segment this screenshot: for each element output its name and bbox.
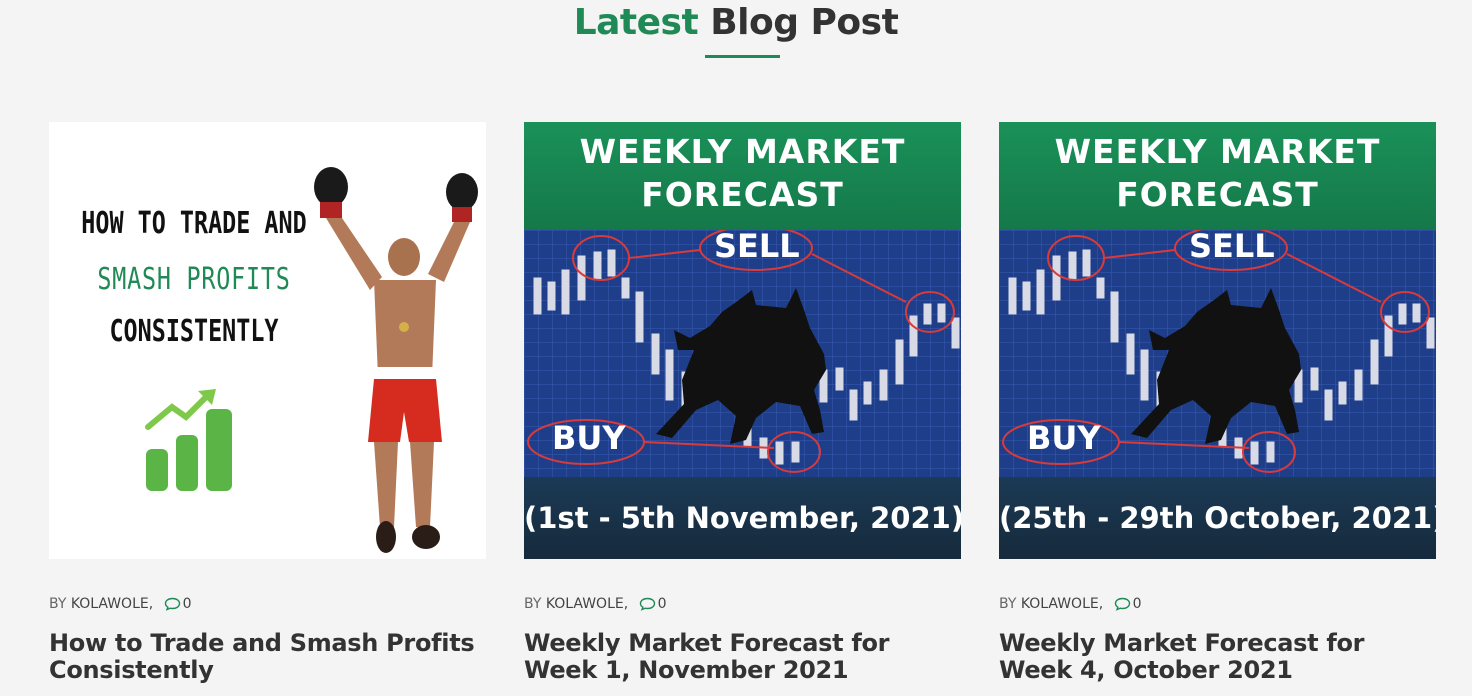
section-title-rest: Blog Post [710,2,899,43]
by-label: BY [524,596,542,612]
thumbnail-text-line: SMASH PROFITS [97,262,291,297]
growth-chart-icon [145,389,232,491]
buy-label: BUY [552,419,626,457]
post-thumbnail[interactable]: WEEKLY MARKET FORECAST [999,122,1436,559]
forecast-header: WEEKLY MARKET FORECAST [524,122,961,230]
forecast-header-line: WEEKLY MARKET [1054,132,1381,171]
by-label: BY [49,596,67,612]
post-thumbnail[interactable]: HOW TO TRADE AND SMASH PROFITS CONSISTEN… [49,122,486,559]
author-link[interactable]: KOLAWOLE, [71,596,153,612]
forecast-footer: (25th - 29th October, 2021) [999,477,1436,559]
thumbnail-text-line: CONSISTENTLY [109,314,279,349]
forecast-header-line: FORECAST [641,175,844,214]
sell-label: SELL [1189,227,1275,265]
post-meta: BY KOLAWOLE, 0 [524,596,667,612]
comments-link[interactable]: 0 [164,596,192,612]
section-title: Latest Blog Post [0,2,1472,43]
comment-icon [639,597,655,611]
post-meta: BY KOLAWOLE, 0 [999,596,1142,612]
post-title-link[interactable]: Weekly Market Forecast for Week 4, Octob… [999,630,1436,684]
post-thumbnail[interactable]: WEEKLY MARKET FORECAST [524,122,961,559]
post-title-link[interactable]: How to Trade and Smash Profits Consisten… [49,630,486,684]
comment-count: 0 [1132,596,1142,612]
comment-count: 0 [657,596,667,612]
forecast-footer: (1st - 5th November, 2021) [524,477,961,559]
post-title-link[interactable]: Weekly Market Forecast for Week 1, Novem… [524,630,961,684]
blog-card: WEEKLY MARKET FORECAST [524,122,961,684]
forecast-date: (1st - 5th November, 2021) [524,501,961,535]
post-meta: BY KOLAWOLE, 0 [49,596,192,612]
boxer-photo [314,167,478,553]
section-title-accent: Latest [573,2,699,43]
comment-count: 0 [182,596,192,612]
comment-icon [1114,597,1130,611]
author-link[interactable]: KOLAWOLE, [546,596,628,612]
forecast-header-line: FORECAST [1116,175,1319,214]
by-label: BY [999,596,1017,612]
author-link[interactable]: KOLAWOLE, [1021,596,1103,612]
blog-card: HOW TO TRADE AND SMASH PROFITS CONSISTEN… [49,122,486,684]
thumbnail-text-line: HOW TO TRADE AND [81,206,307,241]
comment-icon [164,597,180,611]
forecast-header: WEEKLY MARKET FORECAST [999,122,1436,230]
sell-label: SELL [714,227,800,265]
buy-label: BUY [1027,419,1101,457]
comments-link[interactable]: 0 [1114,596,1142,612]
forecast-header-line: WEEKLY MARKET [579,132,906,171]
blog-card: WEEKLY MARKET FORECAST [999,122,1436,684]
comments-link[interactable]: 0 [639,596,667,612]
forecast-date: (25th - 29th October, 2021) [999,501,1436,535]
title-underline [705,55,780,58]
